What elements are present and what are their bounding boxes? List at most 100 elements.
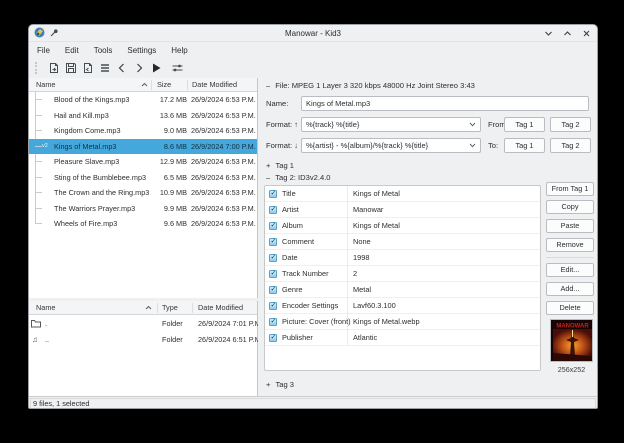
file-row[interactable]: Hail and Kill.mp3 13.6 MB 26/9/2024 6:53… bbox=[29, 108, 257, 124]
frame-checkbox[interactable] bbox=[269, 286, 277, 294]
minimize-button[interactable] bbox=[543, 28, 553, 38]
toolbar-drag-handle[interactable] bbox=[35, 62, 37, 74]
save-button[interactable] bbox=[62, 60, 79, 76]
frame-row[interactable]: Artist Manowar bbox=[265, 202, 540, 218]
file-size: 12.9 MB bbox=[147, 154, 187, 170]
frame-row[interactable]: Publisher Atlantic bbox=[265, 330, 540, 346]
previous-file-button[interactable] bbox=[113, 60, 130, 76]
next-file-icon bbox=[133, 62, 145, 74]
play-button[interactable] bbox=[147, 60, 164, 76]
remove-button[interactable]: Remove bbox=[546, 238, 594, 252]
file-row[interactable]: Pleasure Slave.mp3 12.9 MB 26/9/2024 6:5… bbox=[29, 154, 257, 170]
frame-value[interactable]: Manowar bbox=[353, 202, 383, 218]
previous-file-icon bbox=[116, 62, 128, 74]
frame-checkbox[interactable] bbox=[269, 222, 277, 230]
column-header-date[interactable]: Date Modified bbox=[192, 78, 237, 92]
close-button[interactable] bbox=[581, 28, 591, 38]
delete-button[interactable]: Delete bbox=[546, 301, 594, 315]
frame-row[interactable]: Album Kings of Metal bbox=[265, 218, 540, 234]
file-row[interactable]: The Crown and the Ring.mp3 10.9 MB 26/9/… bbox=[29, 185, 257, 201]
column-header-type[interactable]: Type bbox=[162, 301, 178, 315]
menu-help[interactable]: Help bbox=[171, 46, 187, 55]
collapse-indicator: – bbox=[266, 81, 270, 90]
paste-button[interactable]: Paste bbox=[546, 219, 594, 233]
to-label: To: bbox=[488, 138, 498, 153]
add-button[interactable]: Add... bbox=[546, 282, 594, 296]
file-row[interactable]: The Warriors Prayer.mp3 9.9 MB 26/9/2024… bbox=[29, 201, 257, 217]
column-header-name[interactable]: Name bbox=[36, 301, 55, 315]
tag1-section-header[interactable]: + Tag 1 bbox=[266, 161, 294, 170]
folder-row[interactable]: . Folder 26/9/2024 7:01 P.M. bbox=[29, 316, 257, 332]
frame-checkbox[interactable] bbox=[269, 302, 277, 310]
file-row[interactable]: Blood of the Kings.mp3 17.2 MB 26/9/2024… bbox=[29, 92, 257, 108]
status-text: 9 files, 1 selected bbox=[30, 398, 596, 409]
format-to-combo[interactable]: %{artist} - %{album}/%{track} %{title} bbox=[301, 138, 481, 153]
menu-tools[interactable]: Tools bbox=[94, 46, 113, 55]
frame-value[interactable]: 2 bbox=[353, 266, 357, 282]
to-tag2-button[interactable]: Tag 2 bbox=[550, 138, 591, 153]
frame-row[interactable]: Picture: Cover (front) Kings of Metal.we… bbox=[265, 314, 540, 330]
frame-row[interactable]: Track Number 2 bbox=[265, 266, 540, 282]
frame-row[interactable]: Date 1998 bbox=[265, 250, 540, 266]
frame-checkbox[interactable] bbox=[269, 318, 277, 326]
frame-checkbox[interactable] bbox=[269, 190, 277, 198]
frame-checkbox[interactable] bbox=[269, 254, 277, 262]
frame-row[interactable]: Genre Metal bbox=[265, 282, 540, 298]
frame-value[interactable]: Atlantic bbox=[353, 330, 377, 346]
menu-edit[interactable]: Edit bbox=[65, 46, 79, 55]
frame-value[interactable]: Metal bbox=[353, 282, 371, 298]
select-all-button[interactable] bbox=[96, 60, 113, 76]
folder-row[interactable]: ♫ .. Folder 26/9/2024 6:51 P.M. bbox=[29, 332, 257, 348]
file-name: The Crown and the Ring.mp3 bbox=[54, 185, 150, 201]
filter-button[interactable] bbox=[169, 60, 186, 76]
next-file-button[interactable] bbox=[130, 60, 147, 76]
frame-value[interactable]: 1998 bbox=[353, 250, 369, 266]
column-header-name[interactable]: Name bbox=[36, 78, 55, 92]
format-from-label: Format: ↑ bbox=[266, 117, 298, 132]
revert-button[interactable] bbox=[79, 60, 96, 76]
album-cover-thumbnail[interactable]: MANOWAR bbox=[550, 319, 593, 362]
frame-value[interactable]: Kings of Metal bbox=[353, 186, 400, 202]
file-section-header[interactable]: – File: MPEG 1 Layer 3 320 kbps 48000 Hz… bbox=[266, 81, 475, 90]
from-tag2-button[interactable]: Tag 2 bbox=[550, 117, 591, 132]
frame-value[interactable]: None bbox=[353, 234, 371, 250]
frame-checkbox[interactable] bbox=[269, 334, 277, 342]
menu-settings[interactable]: Settings bbox=[127, 46, 156, 55]
file-row[interactable]: Sting of the Bumblebee.mp3 6.5 MB 26/9/2… bbox=[29, 170, 257, 186]
frame-checkbox[interactable] bbox=[269, 206, 277, 214]
file-row[interactable]: Wheels of Fire.mp3 9.6 MB 26/9/2024 6:53… bbox=[29, 216, 257, 232]
to-tag1-button[interactable]: Tag 1 bbox=[504, 138, 545, 153]
menu-file[interactable]: File bbox=[37, 46, 50, 55]
folder-list-header: Name Type Date Modified bbox=[29, 301, 257, 315]
tag2-section-header[interactable]: – Tag 2: ID3v2.4.0 bbox=[266, 173, 331, 182]
from-tag1-button[interactable]: Tag 1 bbox=[504, 117, 545, 132]
copy-button[interactable]: Copy bbox=[546, 200, 594, 214]
file-row-selected[interactable]: v2 Kings of Metal.mp3 8.6 MB 26/9/2024 7… bbox=[29, 139, 257, 155]
frame-checkbox[interactable] bbox=[269, 238, 277, 246]
titlebar[interactable]: Manowar - Kid3 bbox=[29, 25, 597, 42]
open-file-button[interactable] bbox=[45, 60, 62, 76]
frame-row[interactable]: Comment None bbox=[265, 234, 540, 250]
edit-button[interactable]: Edit... bbox=[546, 263, 594, 277]
from-tag1-copy-button[interactable]: From Tag 1 bbox=[546, 182, 594, 196]
format-from-combo[interactable]: %{track} %{title} bbox=[301, 117, 481, 132]
column-header-size[interactable]: Size bbox=[157, 78, 171, 92]
format-to-value: %{artist} - %{album}/%{track} %{title} bbox=[306, 141, 428, 150]
frame-checkbox[interactable] bbox=[269, 270, 277, 278]
expand-indicator: + bbox=[266, 380, 270, 389]
filename-input[interactable]: Kings of Metal.mp3 bbox=[301, 96, 589, 111]
maximize-button[interactable] bbox=[562, 28, 572, 38]
expand-indicator: + bbox=[266, 161, 270, 170]
frame-value[interactable]: Lavf60.3.100 bbox=[353, 298, 396, 314]
music-note-icon: ♫ bbox=[32, 332, 42, 348]
frame-value[interactable]: Kings of Metal bbox=[353, 218, 400, 234]
file-list-header: Name Size Date Modified bbox=[29, 78, 257, 92]
frame-row[interactable]: Title Kings of Metal bbox=[265, 186, 540, 202]
frame-row[interactable]: Encoder Settings Lavf60.3.100 bbox=[265, 298, 540, 314]
file-row[interactable]: Kingdom Come.mp3 9.0 MB 26/9/2024 6:53 P… bbox=[29, 123, 257, 139]
column-header-date[interactable]: Date Modified bbox=[198, 301, 243, 315]
file-name: Wheels of Fire.mp3 bbox=[54, 216, 150, 232]
revert-icon bbox=[82, 62, 94, 74]
tag3-section-header[interactable]: + Tag 3 bbox=[266, 380, 294, 389]
frame-value[interactable]: Kings of Metal.webp bbox=[353, 314, 420, 330]
